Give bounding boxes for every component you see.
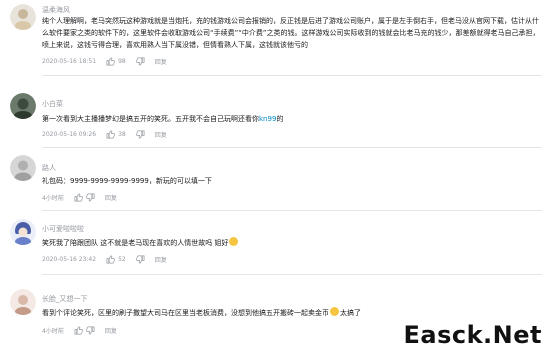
comment-meta: 2020-05-16 23:42 52 回复	[42, 255, 167, 264]
thumbs-up-icon[interactable]	[106, 255, 115, 264]
comment-time: 2020-05-16 09:26	[42, 131, 97, 138]
comment-text-part: 看到个评论笑死，区里的刷子撒望大司马在区里当老板消费，没想到他搞五开搬砖一起卖金…	[42, 309, 329, 317]
username[interactable]: 路人	[42, 163, 56, 173]
emoji-icon	[229, 237, 239, 246]
username[interactable]: 小白菜	[42, 99, 63, 109]
avatar[interactable]	[10, 289, 36, 315]
thumbs-up-icon[interactable]	[74, 193, 83, 202]
divider	[42, 75, 542, 76]
comment-text: 礼包码：9999-9999-9999-9999，新玩的可以填一下	[42, 177, 212, 185]
like-count: 38	[118, 131, 126, 138]
comment-time: 4小时前	[42, 328, 64, 335]
username[interactable]: 温柔海风	[42, 5, 70, 15]
comment-text-part: 的	[276, 115, 284, 123]
thumbs-up-icon[interactable]	[74, 326, 83, 335]
comment-meta: 4小时前 回复	[42, 193, 117, 202]
comment-time: 2020-05-16 23:42	[42, 256, 97, 263]
thumbs-down-icon[interactable]	[85, 326, 95, 335]
username[interactable]: 长脸_又想一下	[42, 294, 88, 304]
divider	[42, 210, 542, 211]
comment-text: 纯个人理解啊，老马突然玩这种游戏就是当炮托，充的钱游戏公司会报销的，反正钱是后进…	[42, 17, 540, 49]
like-count: 98	[118, 58, 126, 65]
comment-time: 2020-05-16 18:51	[42, 58, 97, 65]
comment-text-part: 太搞了	[340, 309, 361, 317]
reply-button[interactable]: 回复	[155, 57, 167, 66]
emoji-icon	[330, 307, 339, 316]
comment-meta: 4小时前 回复	[42, 326, 117, 335]
thumbs-down-icon[interactable]	[135, 255, 145, 264]
avatar[interactable]	[10, 219, 36, 245]
site-watermark: Easck.Net	[403, 321, 542, 349]
username[interactable]: 小可爱啦啦啦	[42, 224, 84, 234]
divider	[42, 147, 542, 148]
comment-time: 4小时前	[42, 195, 64, 202]
thumbs-down-icon[interactable]	[85, 193, 95, 202]
comment-meta: 2020-05-16 18:51 98 回复	[42, 57, 167, 66]
comment-meta: 2020-05-16 09:26 38 回复	[42, 130, 167, 139]
like-count: 52	[118, 256, 126, 263]
comment-text-part: 第一次看到大主播播梦幻是搞五开的笑死。五开我不会自己玩啊还看你	[42, 115, 259, 123]
comment-text-part: 笑死我了陪跟团队 这不就是老马现在喜欢的人情世故吗 姐好	[42, 239, 229, 247]
comment-text: 第一次看到大主播播梦幻是搞五开的笑死。五开我不会自己玩啊还看你kn99的	[42, 113, 542, 125]
reply-button[interactable]: 回复	[155, 130, 167, 139]
reply-button[interactable]: 回复	[155, 255, 167, 264]
divider	[42, 274, 542, 275]
avatar[interactable]	[10, 4, 36, 30]
avatar[interactable]	[10, 155, 36, 181]
avatar[interactable]	[10, 93, 36, 119]
reply-button[interactable]: 回复	[105, 193, 117, 202]
mention-link[interactable]: kn99	[259, 115, 276, 123]
reply-button[interactable]: 回复	[105, 326, 117, 335]
comment-text: 笑死我了陪跟团队 这不就是老马现在喜欢的人情世故吗 姐好	[42, 237, 542, 249]
thumbs-down-icon[interactable]	[135, 57, 145, 66]
thumbs-down-icon[interactable]	[135, 130, 145, 139]
comment-text: 看到个评论笑死，区里的刷子撒望大司马在区里当老板消费，没想到他搞五开搬砖一起卖金…	[42, 307, 542, 319]
thumbs-up-icon[interactable]	[106, 130, 115, 139]
thumbs-up-icon[interactable]	[106, 57, 115, 66]
